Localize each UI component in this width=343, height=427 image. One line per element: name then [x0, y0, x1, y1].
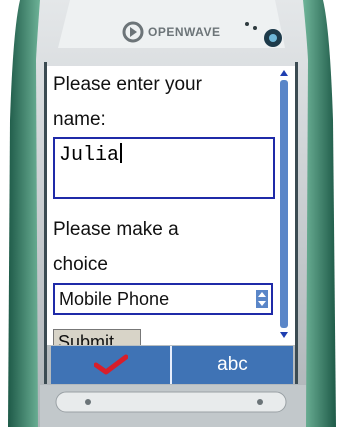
name-input[interactable]: Julia	[53, 137, 275, 199]
scroll-up-icon[interactable]	[278, 68, 290, 78]
softkey-abc[interactable]: abc	[172, 346, 293, 384]
choice-select[interactable]: Mobile Phone	[53, 283, 273, 315]
softkey-ok[interactable]	[51, 346, 172, 384]
choice-prompt-line1: Please make a	[53, 219, 179, 240]
choice-selected-value: Mobile Phone	[59, 289, 170, 309]
text-caret	[120, 143, 123, 163]
brand-name: OPENWAVE	[148, 25, 221, 39]
scrollbar[interactable]	[278, 68, 290, 340]
phone-screen: Please enter your name: Julia Please mak…	[47, 66, 295, 345]
name-prompt-line1: Please enter your	[53, 74, 202, 95]
scroll-down-icon[interactable]	[278, 330, 290, 340]
scroll-thumb[interactable]	[280, 80, 288, 328]
choice-prompt-line2: choice	[53, 254, 108, 275]
submit-button[interactable]: Submit	[53, 329, 141, 345]
softkey-bar: abc	[51, 346, 293, 384]
name-input-value: Julia	[59, 144, 120, 167]
select-updown-icon	[256, 290, 268, 308]
name-prompt-line2: name:	[53, 109, 106, 130]
openwave-logo-icon	[122, 21, 144, 43]
brand-logo: OPENWAVE	[122, 21, 220, 43]
checkmark-icon	[94, 354, 128, 375]
